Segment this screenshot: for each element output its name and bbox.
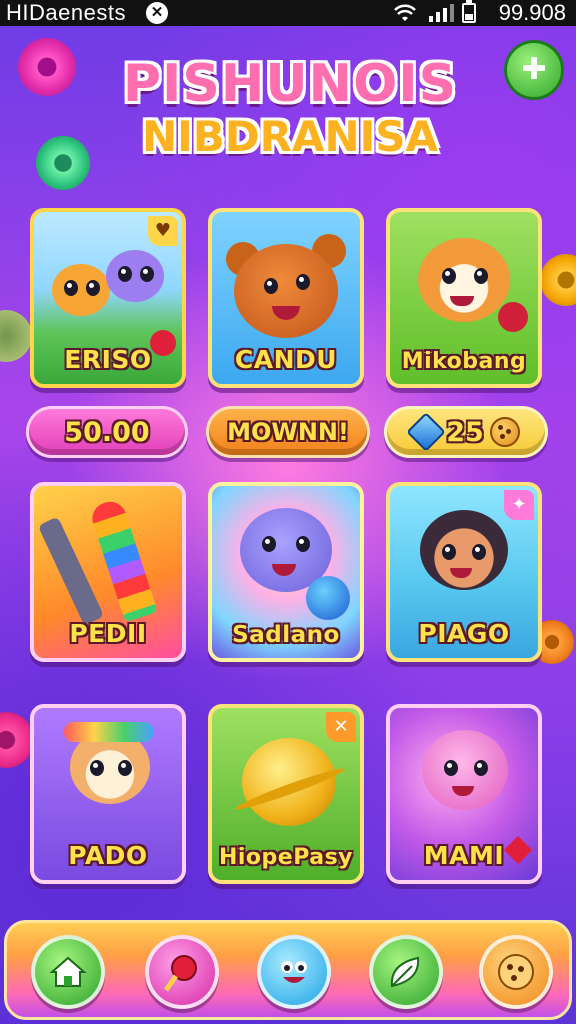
circle-badge-icon: ✕: [146, 2, 168, 24]
card-label: ERISO: [64, 345, 152, 374]
card-label: PADO: [68, 841, 148, 870]
coins-counter[interactable]: 50.00: [26, 406, 188, 458]
card-mami[interactable]: MAMI: [386, 704, 542, 884]
gems-counter[interactable]: 25: [384, 406, 548, 458]
close-button[interactable]: ✚: [504, 40, 564, 100]
card-label: HiopePasy: [218, 845, 354, 870]
card-label: Mikobang: [401, 349, 527, 374]
cookie-icon: [489, 417, 520, 447]
leaf-icon: [390, 956, 420, 988]
gem-icon: [406, 412, 447, 452]
nav-home-button[interactable]: [31, 935, 105, 1009]
candy-ring-icon: [18, 38, 76, 96]
battery-icon: [462, 0, 476, 23]
card-label: CANDU: [234, 345, 338, 374]
gems-value: 25: [446, 416, 484, 448]
mode-button[interactable]: MOWNN!: [206, 406, 370, 458]
card-label: Sadlano: [232, 622, 340, 648]
card-candu[interactable]: CANDU: [208, 208, 364, 388]
card-eriso[interactable]: ♥ ERISO: [30, 208, 186, 388]
mode-label: MOWNN!: [227, 418, 349, 446]
candy-ring-icon: [0, 310, 32, 362]
nav-candy-button[interactable]: [145, 935, 219, 1009]
candy-ring-icon: [0, 712, 34, 768]
favorite-badge-icon: ♥: [148, 216, 178, 246]
card-mikobang[interactable]: Mikobang: [386, 208, 542, 388]
sparkle-badge-icon: ✦: [504, 490, 534, 520]
card-hiopepasy[interactable]: ✕ HiopePasy: [208, 704, 364, 884]
nav-smiley-button[interactable]: [257, 935, 331, 1009]
status-value: 99.908: [498, 0, 566, 25]
cookie-icon: [498, 954, 534, 990]
coins-value: 50.00: [64, 416, 150, 448]
card-label: PIAGO: [418, 619, 510, 648]
candy-ring-icon: [540, 254, 576, 306]
game-title: PISHUNOIS NIBDRANISA: [110, 58, 470, 158]
tools-badge-icon: ✕: [326, 712, 356, 742]
signal-icon: [429, 4, 454, 22]
candy-ring-icon: [36, 136, 90, 190]
card-pado[interactable]: PADO: [30, 704, 186, 884]
close-icon: ✚: [521, 52, 547, 87]
card-label: PEDII: [69, 619, 147, 648]
wifi-icon: [394, 4, 416, 21]
card-pedii[interactable]: PEDII: [30, 482, 186, 662]
home-icon: [49, 956, 87, 987]
card-piago[interactable]: ✦ PIAGO: [386, 482, 542, 662]
candy-icon: [163, 955, 197, 992]
status-bar: HIDaenests ✕ 99.908: [0, 0, 576, 26]
bottom-nav: [4, 920, 572, 1020]
nav-cookie-button[interactable]: [479, 935, 553, 1009]
smiley-icon: [281, 961, 307, 983]
card-label: MAMI: [423, 841, 505, 870]
title-line-1: PISHUNOIS: [122, 54, 458, 114]
title-line-2: NIBDRANISA: [141, 112, 439, 161]
nav-leaf-button[interactable]: [369, 935, 443, 1009]
status-title: HIDaenests: [6, 0, 126, 25]
card-sadlano[interactable]: Sadlano: [208, 482, 364, 662]
